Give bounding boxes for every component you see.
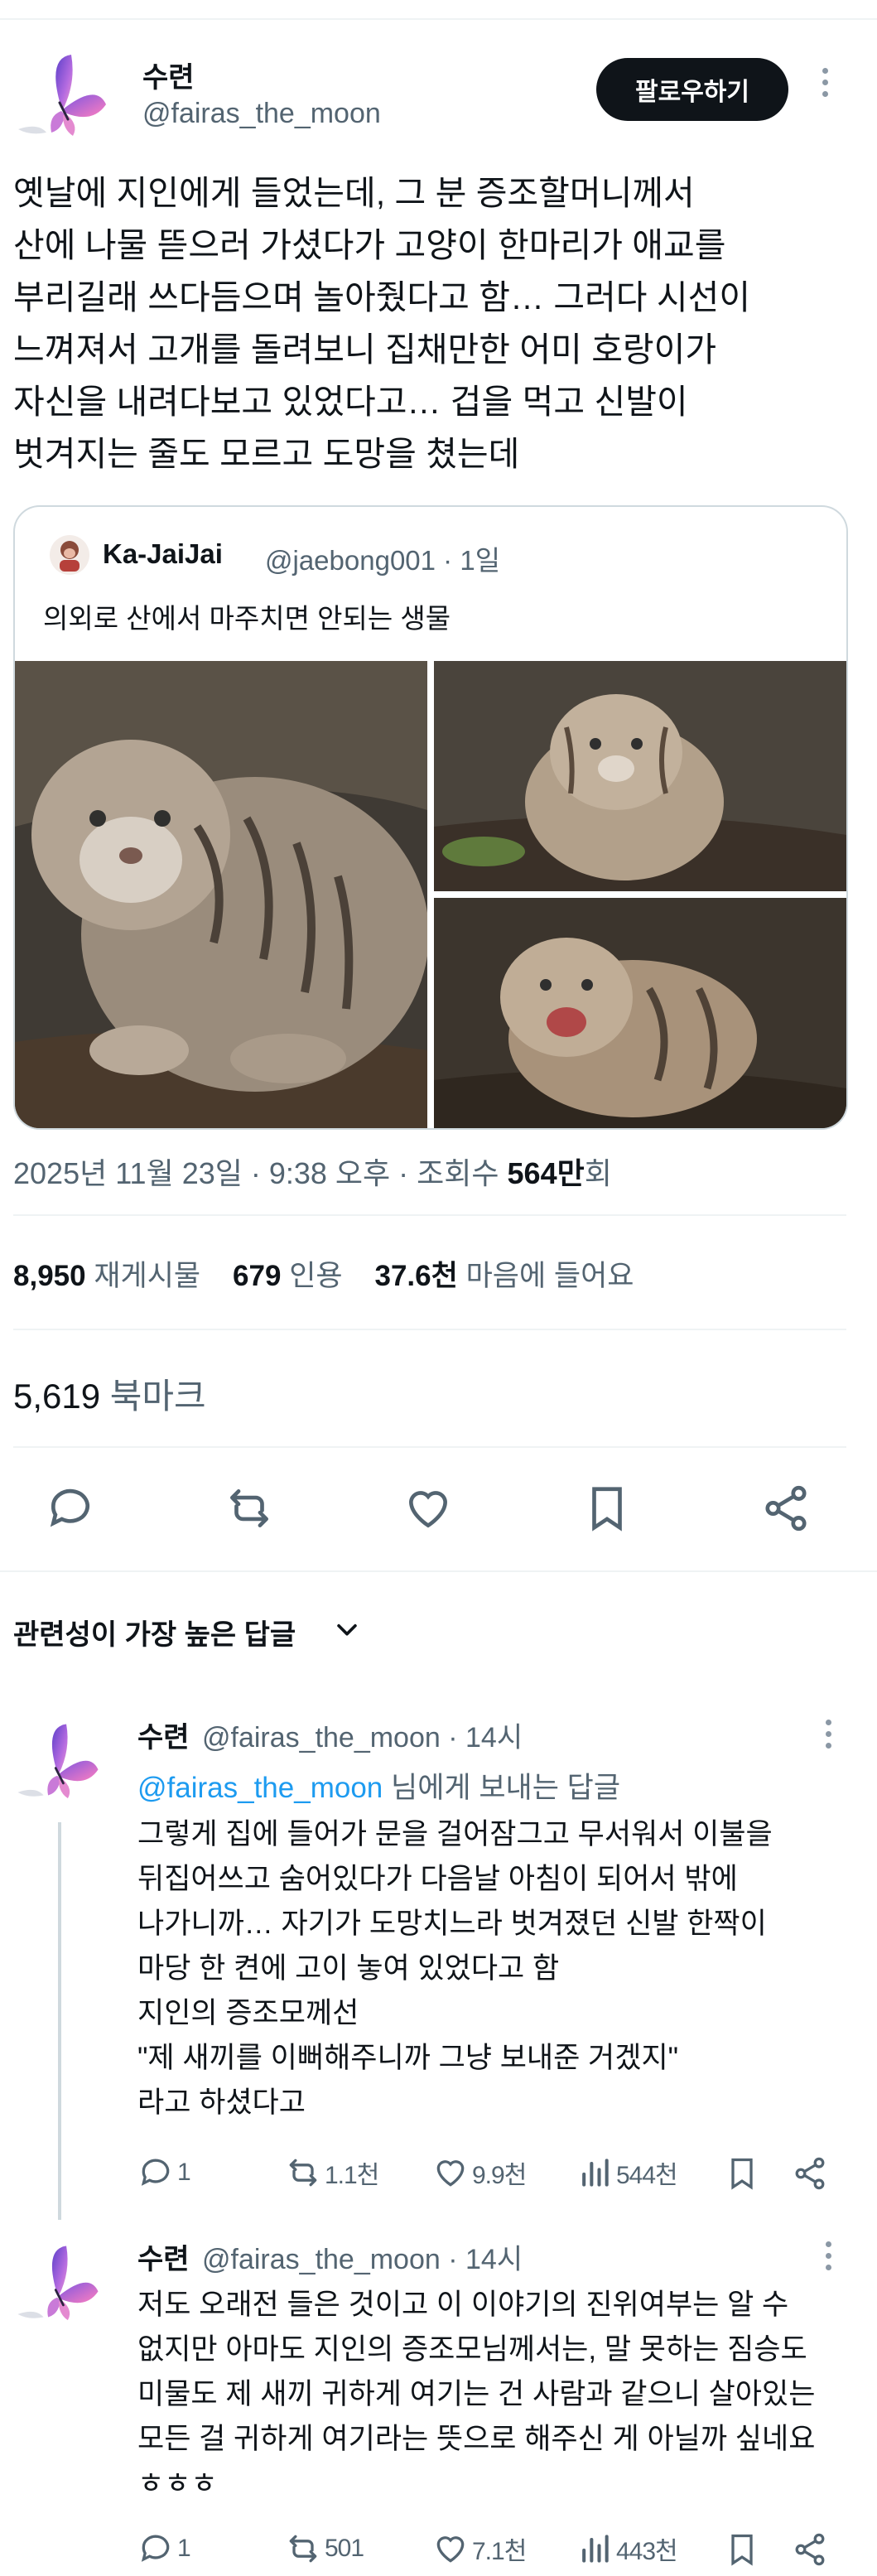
- view-count: 564만: [507, 1156, 585, 1190]
- retweet-count: 1.1천: [325, 2162, 379, 2189]
- thread-line: [58, 1822, 61, 2220]
- reply-button[interactable]: 1: [137, 2152, 191, 2193]
- engagement-stats: 8,950 재게시물 679 인용 37.6천 마음에 들어요: [13, 1252, 634, 1295]
- bookmark-icon[interactable]: [581, 1483, 633, 1534]
- views-button[interactable]: 443천: [576, 2528, 678, 2569]
- tweet-text: 옛날에 지인에게 들었는데, 그 분 증조할머니께서 산에 나물 뜯으러 가셨다…: [13, 174, 751, 473]
- tiger-cub-photo[interactable]: [434, 898, 846, 1128]
- divider: [13, 1446, 846, 1448]
- reply-button[interactable]: 1: [137, 2528, 191, 2569]
- retweet-button[interactable]: 1.1천: [285, 2152, 379, 2193]
- reply-meta[interactable]: @fairas_the_moon · 14시: [202, 1715, 523, 1755]
- reply-icon[interactable]: [45, 1483, 96, 1534]
- quote-text: 의외로 산에서 마주치면 안되는 생물: [43, 603, 451, 634]
- reply-text: 그렇게 집에 들어가 문을 걸어잠그고 무서워서 이불을 뒤집어쓰고 숨어있다가…: [137, 1818, 773, 2119]
- like-label[interactable]: 마음에 들어요: [466, 1260, 634, 1292]
- retweet-label[interactable]: 재게시물: [94, 1260, 200, 1292]
- retweet-count: 501: [325, 2535, 364, 2562]
- timestamp-text: 2025년 11월 23일 · 9:38 오후 · 조회수: [13, 1156, 508, 1190]
- butterfly-avatar[interactable]: [13, 50, 111, 147]
- reply-meta[interactable]: @fairas_the_moon · 14시: [202, 2236, 523, 2277]
- retweet-icon[interactable]: [224, 1483, 275, 1534]
- butterfly-avatar[interactable]: [13, 2241, 103, 2331]
- like-button[interactable]: 9.9천: [432, 2152, 527, 2193]
- reply-author-name[interactable]: 수련: [137, 2236, 190, 2277]
- divider: [0, 1570, 877, 1572]
- follow-button[interactable]: 팔로우하기: [596, 58, 788, 121]
- bookmark-icon[interactable]: [724, 2531, 760, 2568]
- reply-count: 1: [177, 2159, 191, 2186]
- replying-suffix: 님에게 보내는 답글: [383, 1772, 621, 1804]
- butterfly-avatar[interactable]: [13, 1720, 103, 1809]
- quote-meta: @jaebong001 · 1일: [265, 545, 501, 576]
- top-divider: [0, 18, 877, 20]
- quote-label[interactable]: 인용: [289, 1260, 342, 1292]
- retweet-icon: [289, 2535, 317, 2563]
- reply-mention-link[interactable]: @fairas_the_moon: [137, 1772, 383, 1804]
- retweet-button[interactable]: 501: [285, 2528, 364, 2569]
- like-count: 9.9천: [472, 2162, 527, 2189]
- retweet-icon: [289, 2159, 317, 2187]
- reply-sort-label[interactable]: 관련성이 가장 높은 답글: [13, 1612, 296, 1652]
- views-count: 443천: [616, 2538, 678, 2565]
- bookmark-icon[interactable]: [724, 2155, 760, 2192]
- tiger-cub-photo[interactable]: [15, 661, 427, 1128]
- like-icon[interactable]: [402, 1483, 454, 1534]
- reply-icon: [141, 2159, 170, 2186]
- more-icon[interactable]: [818, 68, 831, 109]
- share-icon[interactable]: [792, 2531, 828, 2568]
- views-count: 544천: [616, 2162, 678, 2189]
- reply-author-name[interactable]: 수련: [137, 1715, 190, 1755]
- views-icon: [582, 2159, 609, 2187]
- bookmark-stats[interactable]: 5,619 북마크: [13, 1368, 206, 1419]
- bookmark-label: 북마크: [109, 1377, 206, 1416]
- reply-text: 저도 오래전 들은 것이고 이 이야기의 진위여부는 알 수 없지만 아마도 지…: [137, 2289, 816, 2500]
- quote-media-grid[interactable]: [15, 661, 846, 1128]
- divider: [13, 1329, 846, 1330]
- view-count-suffix: 회: [584, 1156, 612, 1190]
- author-name[interactable]: 수련: [142, 55, 195, 95]
- quote-count[interactable]: 679: [233, 1260, 281, 1292]
- tiger-cub-photo[interactable]: [434, 661, 846, 891]
- views-icon: [582, 2535, 609, 2563]
- quote-author-name: Ka-JaiJai: [103, 538, 223, 569]
- retweet-count[interactable]: 8,950: [13, 1260, 86, 1292]
- share-icon[interactable]: [760, 1483, 812, 1534]
- views-button[interactable]: 544천: [576, 2152, 678, 2193]
- reply-count: 1: [177, 2535, 191, 2562]
- like-icon: [436, 2536, 465, 2563]
- bookmark-count: 5,619: [13, 1377, 101, 1416]
- more-icon[interactable]: [822, 1720, 835, 1761]
- like-count[interactable]: 37.6천: [375, 1260, 458, 1292]
- author-handle[interactable]: @fairas_the_moon: [142, 98, 381, 130]
- share-icon[interactable]: [792, 2155, 828, 2192]
- replying-to: @fairas_the_moon 님에게 보내는 답글: [137, 1764, 620, 1807]
- tweet-timestamp[interactable]: 2025년 11월 23일 · 9:38 오후 · 조회수 564만회: [13, 1150, 612, 1193]
- more-icon[interactable]: [822, 2241, 835, 2283]
- like-count: 7.1천: [472, 2538, 527, 2565]
- monkey-avatar: [50, 535, 89, 575]
- like-icon: [436, 2160, 465, 2187]
- divider: [13, 1214, 846, 1216]
- like-button[interactable]: 7.1천: [432, 2528, 527, 2569]
- reply-icon: [141, 2535, 170, 2562]
- quoted-tweet[interactable]: Ka-JaiJai @jaebong001 · 1일 의외로 산에서 마주치면 …: [13, 505, 848, 1130]
- chevron-down-icon[interactable]: [333, 1615, 361, 1643]
